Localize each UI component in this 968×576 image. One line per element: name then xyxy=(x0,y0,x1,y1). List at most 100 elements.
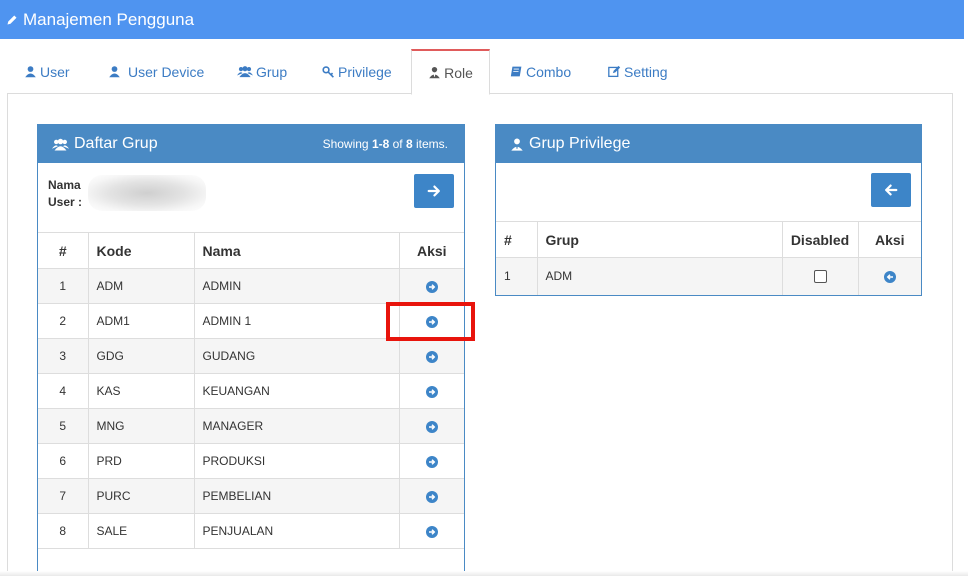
disabled-checkbox[interactable] xyxy=(813,270,827,284)
nama-label: Nama xyxy=(48,178,81,192)
arrow-circle-right-icon[interactable] xyxy=(425,385,438,398)
book-icon xyxy=(510,66,522,77)
column-header: Kode xyxy=(87,232,194,269)
row-nama: PEMBELIAN xyxy=(193,478,399,514)
row-action xyxy=(398,478,464,514)
row-nama: GUDANG xyxy=(193,338,399,374)
table-row: 3 GDG GUDANG xyxy=(38,338,464,374)
row-kode: GDG xyxy=(87,338,194,374)
add-to-group-button[interactable] xyxy=(414,174,454,208)
row-action xyxy=(857,257,921,295)
column-header: # xyxy=(38,232,88,269)
arrow-circle-right-icon[interactable] xyxy=(425,420,438,433)
column-header: # xyxy=(496,221,537,258)
tab-label: User xyxy=(40,63,70,80)
pagination-summary: Showing 1-8 of 8 items. xyxy=(322,137,448,151)
arrow-circle-right-icon[interactable] xyxy=(425,280,438,293)
tab-bar: User User Device Grup Privilege Role Com… xyxy=(7,49,953,95)
user-icon xyxy=(109,66,120,78)
row-disabled xyxy=(781,257,858,295)
row-number: 1 xyxy=(38,268,88,304)
arrow-circle-right-icon[interactable] xyxy=(425,350,438,363)
row-number: 6 xyxy=(38,443,88,479)
grup-privilege-panel: Grup Privilege # Grup Disabled Aksi 1 AD… xyxy=(495,124,922,296)
table-row: 8 SALE PENJUALAN xyxy=(38,513,464,549)
row-number: 1 xyxy=(496,257,537,295)
row-nama: ADMIN 1 xyxy=(193,303,399,339)
panel-title: Grup Privilege xyxy=(529,135,631,152)
row-kode: ADM xyxy=(87,268,194,304)
table-row: 6 PRD PRODUKSI xyxy=(38,443,464,479)
highlight-box xyxy=(386,302,475,341)
row-number: 3 xyxy=(38,338,88,374)
row-kode: ADM1 xyxy=(87,303,194,339)
row-kode: PRD xyxy=(87,443,194,479)
edit-icon xyxy=(608,65,621,78)
remove-from-group-button[interactable] xyxy=(871,173,911,207)
row-nama: PENJUALAN xyxy=(193,513,399,549)
table-row: 1 ADM xyxy=(496,257,921,295)
grup-privilege-table: # Grup Disabled Aksi 1 ADM xyxy=(496,221,921,295)
panel-title: Daftar Grup xyxy=(74,135,158,152)
page-header: Manajemen Pengguna xyxy=(0,0,964,39)
table-row: 4 KAS KEUANGAN xyxy=(38,373,464,409)
row-number: 7 xyxy=(38,478,88,514)
tab-label: Role xyxy=(444,64,473,81)
key-icon xyxy=(322,66,334,78)
tab-label: Combo xyxy=(526,63,572,80)
table-row: 1 ADM ADMIN xyxy=(38,268,464,304)
page-title: Manajemen Pengguna xyxy=(23,9,195,29)
tab-combo[interactable]: Combo xyxy=(510,49,571,94)
row-action xyxy=(398,443,464,479)
tab-user[interactable]: User xyxy=(24,49,70,94)
table-row: 5 MNG MANAGER xyxy=(38,408,464,444)
row-action xyxy=(398,268,464,304)
arrow-circle-left-icon[interactable] xyxy=(883,271,896,284)
row-number: 4 xyxy=(38,373,88,409)
row-kode: PURC xyxy=(87,478,194,514)
tab-grup[interactable]: Grup xyxy=(237,49,287,94)
column-header: Aksi xyxy=(398,232,464,269)
row-action xyxy=(398,408,464,444)
column-header: Nama xyxy=(193,232,399,269)
column-header: Grup xyxy=(536,221,782,258)
user-tie-icon xyxy=(511,138,523,151)
panel-header: Daftar Grup Showing 1-8 of 8 items. xyxy=(38,125,464,163)
tab-role[interactable]: Role xyxy=(411,49,490,95)
selected-user-info: Nama User : xyxy=(48,177,82,211)
tab-user-device[interactable]: User Device xyxy=(108,49,204,94)
arrow-circle-right-icon[interactable] xyxy=(425,525,438,538)
arrow-circle-right-icon[interactable] xyxy=(425,490,438,503)
pencil-icon xyxy=(7,15,17,24)
arrow-right-icon xyxy=(427,185,440,197)
user-label: User : xyxy=(48,195,83,209)
tab-label: Privilege xyxy=(338,63,392,80)
user-icon xyxy=(25,66,36,78)
users-icon xyxy=(237,66,253,78)
arrow-left-icon xyxy=(885,184,898,196)
users-icon xyxy=(52,138,69,150)
row-number: 2 xyxy=(38,303,88,339)
row-kode: KAS xyxy=(87,373,194,409)
row-number: 8 xyxy=(38,513,88,549)
row-grup: ADM xyxy=(536,257,782,295)
tab-label: Grup xyxy=(256,63,288,80)
row-kode: SALE xyxy=(87,513,194,549)
row-nama: MANAGER xyxy=(193,408,399,444)
row-kode: MNG xyxy=(87,408,194,444)
tab-label: Setting xyxy=(624,63,668,80)
row-nama: ADMIN xyxy=(193,268,399,304)
arrow-circle-right-icon[interactable] xyxy=(425,455,438,468)
panel-header: Grup Privilege xyxy=(496,125,921,163)
daftar-grup-table: # Kode Nama Aksi 1 ADM ADMIN 2 ADM1 ADMI… xyxy=(38,232,464,571)
table-footer-row xyxy=(38,548,464,571)
tab-privilege[interactable]: Privilege xyxy=(322,49,392,94)
row-nama: PRODUKSI xyxy=(193,443,399,479)
daftar-grup-panel: Daftar Grup Showing 1-8 of 8 items. Nama… xyxy=(37,124,465,576)
row-action xyxy=(398,338,464,374)
column-header: Disabled xyxy=(781,221,858,258)
tab-setting[interactable]: Setting xyxy=(608,49,668,94)
row-action xyxy=(398,513,464,549)
table-row: 7 PURC PEMBELIAN xyxy=(38,478,464,514)
tab-label: User Device xyxy=(128,63,205,80)
